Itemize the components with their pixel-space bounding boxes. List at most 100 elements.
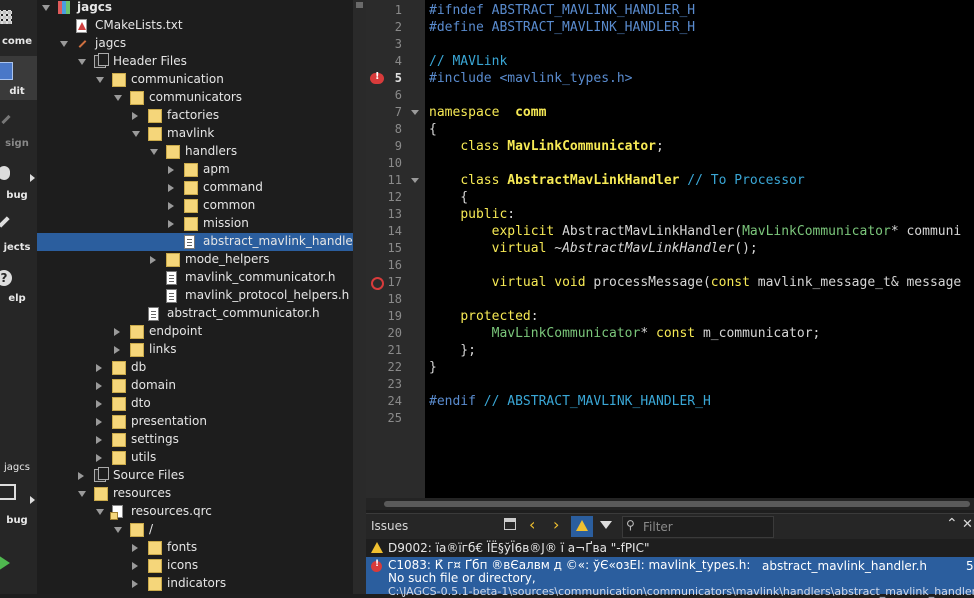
chevron-down-icon[interactable] — [96, 77, 104, 83]
line-number: 15 — [387, 241, 402, 255]
chevron-right-icon[interactable] — [132, 112, 138, 120]
chevron-down-icon[interactable] — [114, 527, 122, 533]
tree-item-label: utils — [131, 450, 157, 464]
code-token: : — [507, 207, 516, 222]
tree-item[interactable]: db — [37, 359, 353, 377]
chevron-right-icon[interactable] — [96, 364, 102, 372]
tree-item[interactable]: endpoint — [37, 323, 353, 341]
pen-icon — [1, 114, 11, 125]
chevron-down-icon[interactable] — [60, 41, 68, 47]
chevron-right-icon[interactable] — [114, 346, 120, 354]
tree-item[interactable]: indicators — [37, 575, 353, 593]
chevron-right-icon[interactable] — [96, 454, 102, 462]
mode-projects[interactable]: jects — [0, 212, 37, 256]
editor-horizontal-scrollbar[interactable] — [366, 498, 974, 510]
chevron-up-icon[interactable]: ⌃ — [946, 516, 958, 532]
chevron-right-icon[interactable] — [78, 472, 84, 480]
tree-item[interactable]: abstract_communicator.h — [37, 305, 353, 323]
tree-item[interactable]: mission — [37, 215, 353, 233]
tree-item[interactable]: settings — [37, 431, 353, 449]
tree-item[interactable]: mavlink — [37, 125, 353, 143]
tree-item[interactable]: factories — [37, 107, 353, 125]
code-token: ; — [656, 139, 664, 154]
mode-debug[interactable]: bug — [0, 160, 37, 204]
issue-row[interactable]: D9002: їа®їгб€ ЇЁ§ўЇ6в®Ј® ї а¬Ґва "-fPIC… — [366, 539, 974, 557]
mode-welcome[interactable]: come — [0, 6, 37, 52]
tree-item[interactable]: command — [37, 179, 353, 197]
tree-item[interactable]: Source Files — [37, 467, 353, 485]
error-marker-icon[interactable] — [370, 71, 384, 84]
tree-item[interactable]: fonts — [37, 539, 353, 557]
tree-item[interactable]: links — [37, 341, 353, 359]
tree-item[interactable]: mode_helpers — [37, 251, 353, 269]
tree-item[interactable]: abstract_mavlink_handler.h — [37, 233, 353, 251]
tree-item[interactable]: jagcs — [37, 0, 353, 17]
toggle-sidebar-icon[interactable] — [504, 518, 516, 530]
chevron-right-icon[interactable] — [132, 544, 138, 552]
chevron-down-icon[interactable] — [150, 149, 158, 155]
tree-item[interactable]: handlers — [37, 143, 353, 161]
chevron-right-icon[interactable] — [114, 328, 120, 336]
chevron-right-icon[interactable] — [168, 202, 174, 210]
tree-item[interactable]: CMakeLists.txt — [37, 17, 353, 35]
folder-icon — [112, 397, 126, 411]
code-token: protected — [460, 309, 531, 324]
tree-item[interactable]: domain — [37, 377, 353, 395]
tree-item[interactable]: Header Files — [37, 53, 353, 71]
folder-icon — [112, 361, 126, 375]
tree-scrollbar[interactable] — [353, 0, 366, 594]
tree-item[interactable]: / — [37, 521, 353, 539]
chevron-right-icon[interactable] — [168, 166, 174, 174]
tree-item[interactable]: resources — [37, 485, 353, 503]
run-button[interactable] — [0, 555, 10, 571]
chevron-down-icon[interactable] — [78, 59, 86, 65]
close-icon[interactable]: ✕ — [962, 517, 973, 532]
tree-item[interactable]: communication — [37, 71, 353, 89]
chevron-right-icon[interactable] — [132, 562, 138, 570]
tree-item[interactable]: communicators — [37, 89, 353, 107]
tree-item[interactable]: common — [37, 197, 353, 215]
chevron-down-icon[interactable] — [42, 5, 50, 11]
mode-edit[interactable]: dit — [0, 56, 37, 100]
fold-marker-icon[interactable] — [411, 110, 419, 115]
tree-item[interactable]: jagcs — [37, 35, 353, 53]
line-number: 25 — [387, 411, 402, 425]
next-icon[interactable]: › — [553, 515, 559, 534]
editor-gutter[interactable]: 1234567891011121314151617181920212223242… — [366, 0, 425, 510]
chevron-down-icon[interactable] — [114, 95, 122, 101]
tree-item[interactable]: apm — [37, 161, 353, 179]
breakpoint-icon[interactable] — [371, 277, 384, 290]
chevron-down-icon[interactable] — [132, 131, 140, 137]
code-line: class AbstractMavLinkHandler // To Proce… — [429, 172, 804, 189]
chevron-right-icon[interactable] — [168, 220, 174, 228]
mode-help[interactable]: ? elp — [0, 266, 37, 310]
code-editor[interactable]: #ifndef ABSTRACT_MAVLINK_HANDLER_H #defin… — [425, 0, 974, 498]
show-warnings-icon[interactable] — [571, 516, 593, 537]
tree-item[interactable]: utils — [37, 449, 353, 467]
chevron-right-icon[interactable] — [168, 184, 174, 192]
filter-icon[interactable] — [600, 521, 612, 529]
chevron-down-icon[interactable] — [78, 491, 86, 497]
folder-icon — [130, 325, 144, 339]
mode-design[interactable]: sign — [0, 108, 37, 152]
tree-item[interactable]: mavlink_protocol_helpers.h — [37, 287, 353, 305]
kit-selector[interactable]: jagcs bug — [0, 458, 37, 532]
prev-icon[interactable]: ‹ — [529, 515, 535, 534]
fold-marker-icon[interactable] — [411, 178, 419, 183]
tree-item[interactable]: mavlink_communicator.h — [37, 269, 353, 287]
code-line: // MAVLink — [429, 53, 507, 70]
tree-item[interactable]: presentation — [37, 413, 353, 431]
tree-item-label: dto — [131, 396, 151, 410]
chevron-right-icon[interactable] — [96, 418, 102, 426]
chevron-down-icon[interactable] — [96, 509, 104, 515]
filter-input[interactable]: ⚲ Filter — [622, 516, 774, 538]
tree-item[interactable]: icons — [37, 557, 353, 575]
chevron-right-icon[interactable] — [96, 400, 102, 408]
issue-row[interactable]: C1083: Ќ̄ г¤ Ґбп ®вЄалвм д ©«: ўЄ«озЁЇ: … — [366, 557, 974, 598]
chevron-right-icon[interactable] — [150, 256, 156, 264]
chevron-right-icon[interactable] — [132, 580, 138, 588]
tree-item[interactable]: resources.qrc — [37, 503, 353, 521]
chevron-right-icon[interactable] — [96, 436, 102, 444]
tree-item[interactable]: dto — [37, 395, 353, 413]
chevron-right-icon[interactable] — [96, 382, 102, 390]
